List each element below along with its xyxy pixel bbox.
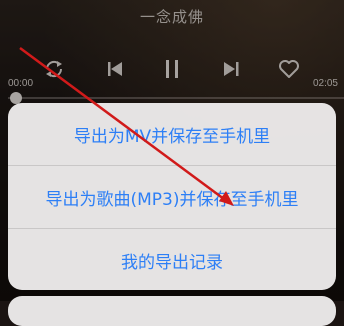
export-mv-option[interactable]: 导出为MV并保存至手机里 (8, 103, 336, 166)
export-history-option[interactable]: 我的导出记录 (8, 229, 336, 290)
export-mp3-option[interactable]: 导出为歌曲(MP3)并保存至手机里 (8, 166, 336, 229)
export-action-sheet: 导出为MV并保存至手机里 导出为歌曲(MP3)并保存至手机里 我的导出记录 (8, 103, 336, 290)
